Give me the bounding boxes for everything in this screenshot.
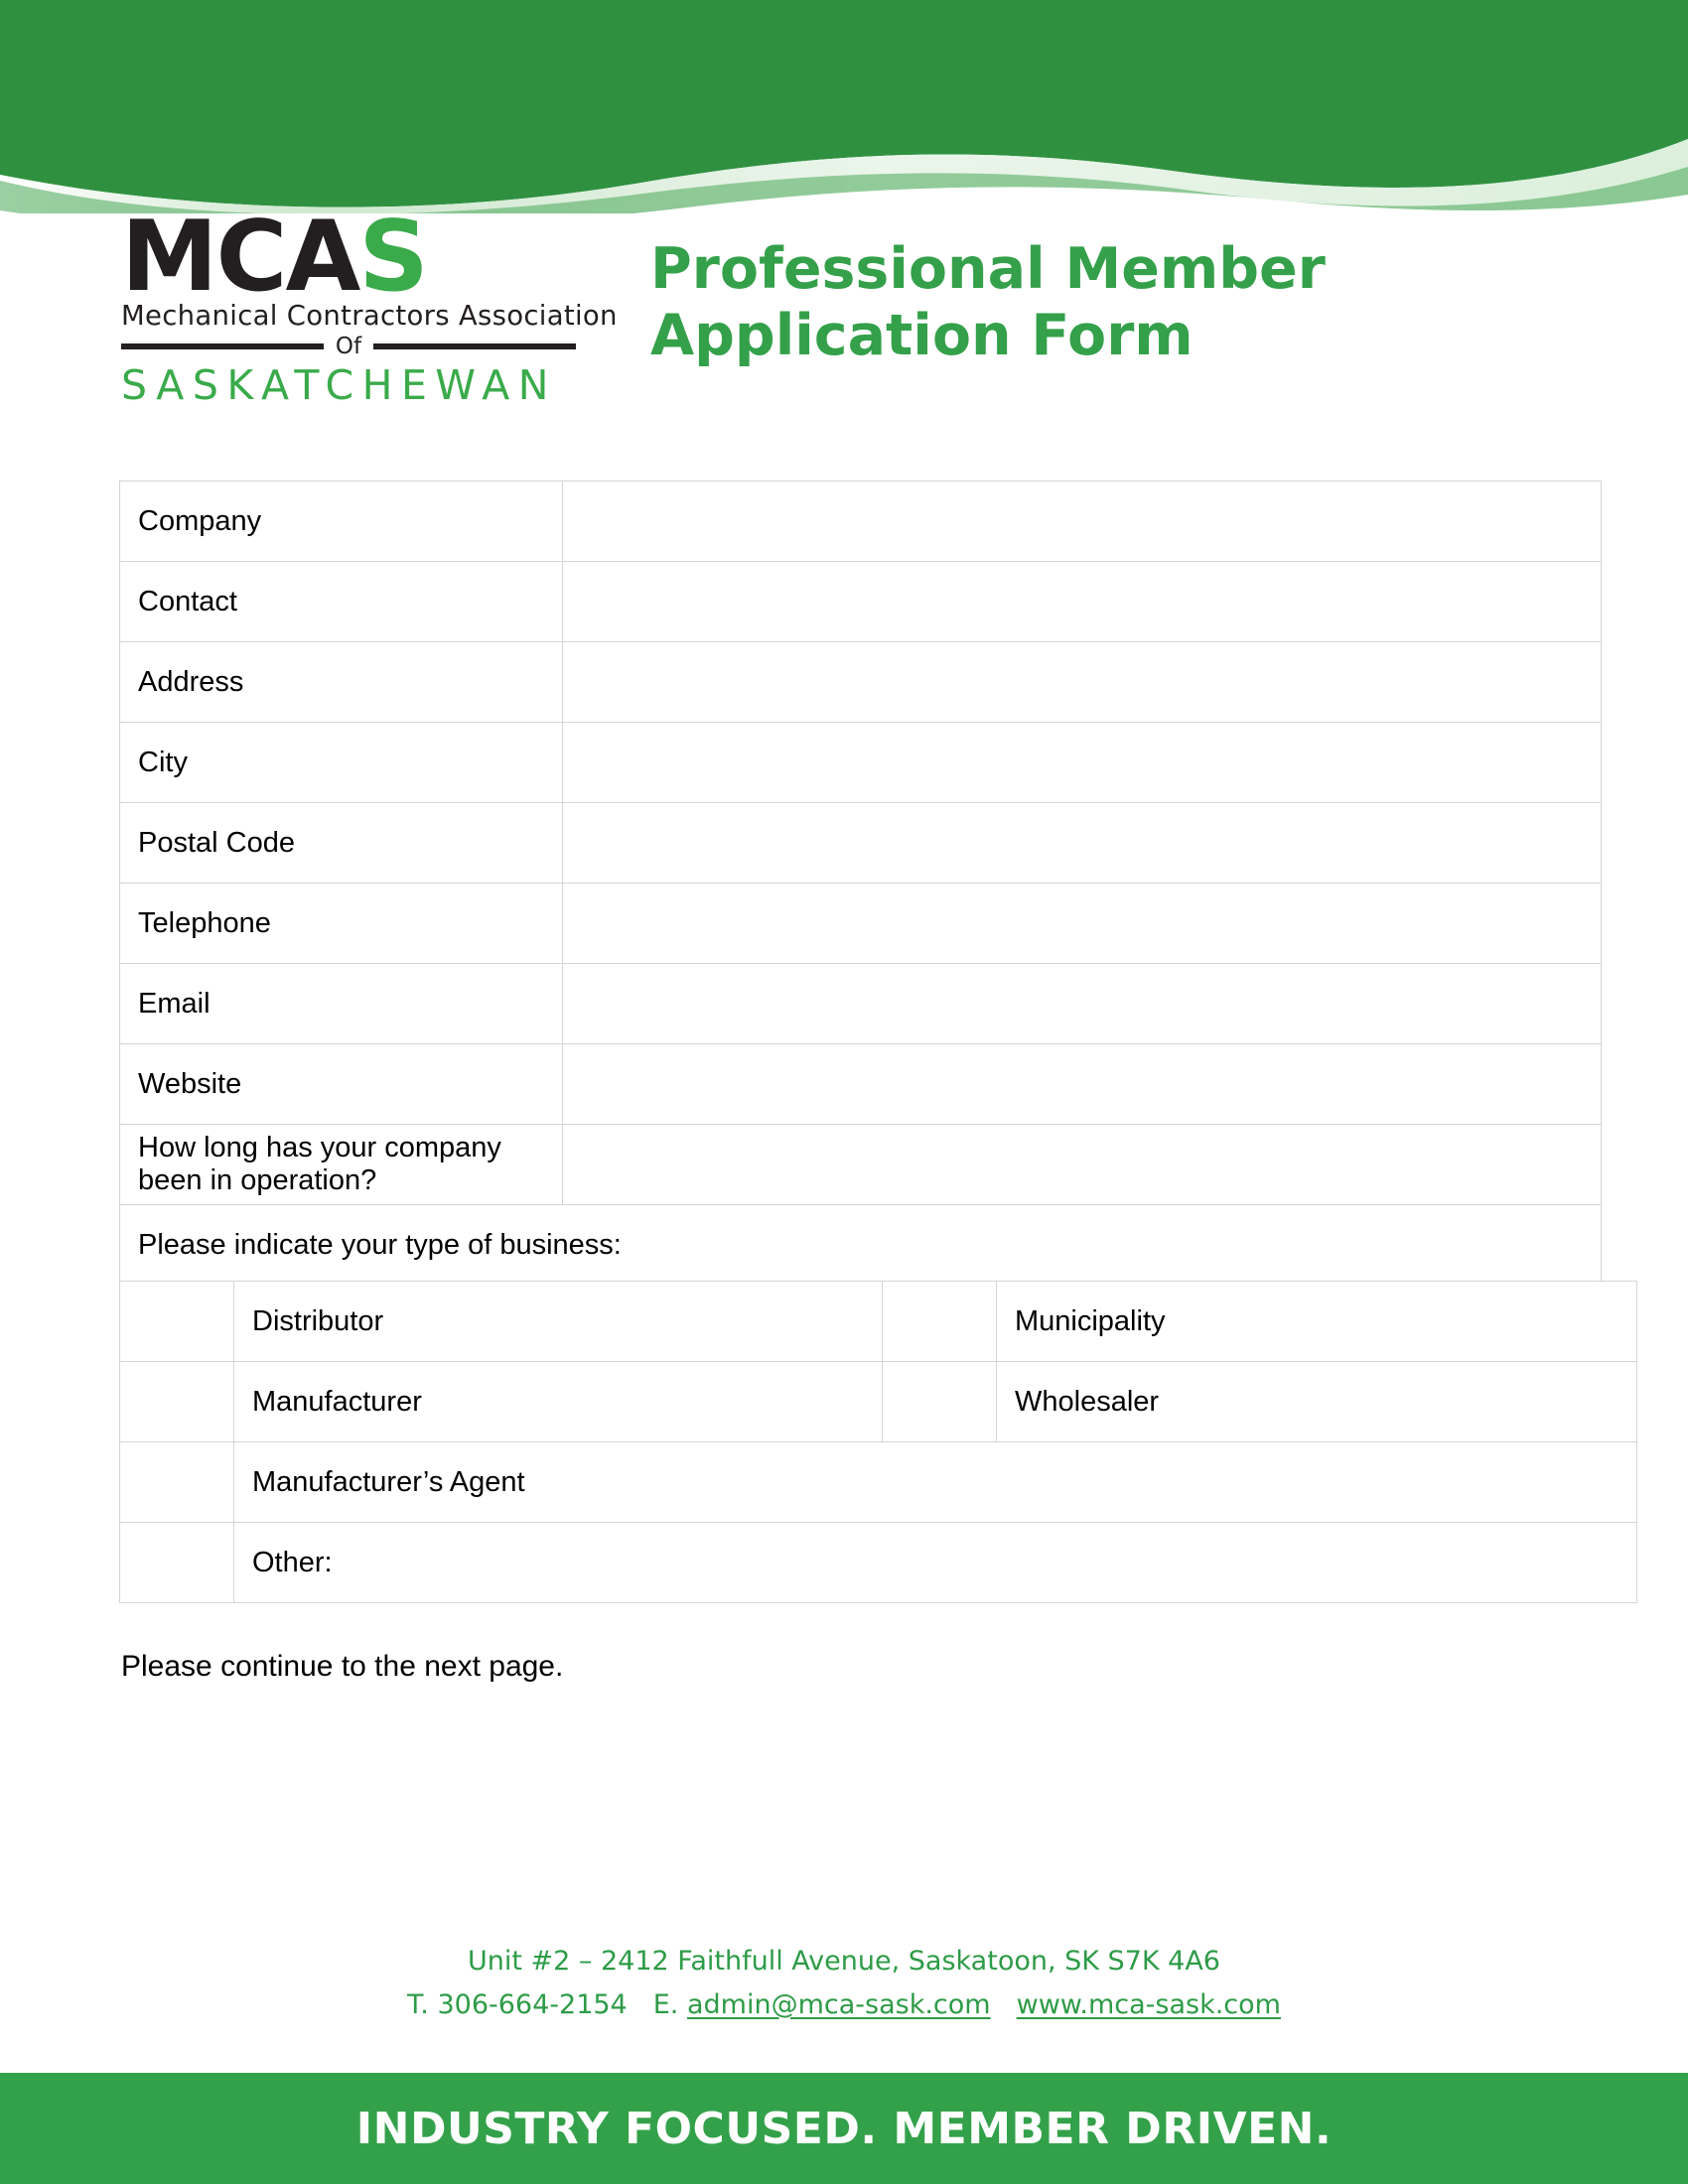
table-row: Manufacturer Wholesaler bbox=[119, 1361, 1637, 1442]
logo-acronym-green: S bbox=[358, 201, 429, 314]
footer-phone: T. 306-664-2154 bbox=[407, 1988, 628, 2020]
checkbox-other[interactable] bbox=[119, 1522, 234, 1603]
table-row-operation: How long has your company been in operat… bbox=[119, 1124, 1602, 1205]
field-input-contact[interactable] bbox=[562, 561, 1602, 642]
checkbox-distributor[interactable] bbox=[119, 1281, 234, 1362]
logo-rule-right bbox=[373, 343, 577, 350]
table-row: Contact bbox=[119, 561, 1602, 642]
page-title-line1: Professional Member bbox=[650, 236, 1326, 302]
footer-contact-block: Unit #2 – 2412 Faithfull Avenue, Saskato… bbox=[0, 1941, 1688, 2026]
field-label-email: Email bbox=[119, 963, 563, 1044]
logo-rule-left bbox=[121, 343, 324, 350]
business-type-checkbox-grid: Distributor Municipality Manufacturer Wh… bbox=[119, 1281, 1637, 1603]
field-label-address: Address bbox=[119, 641, 563, 723]
checkbox-label-other[interactable]: Other: bbox=[233, 1522, 1637, 1603]
table-row: Other: bbox=[119, 1522, 1637, 1603]
checkbox-manufacturer[interactable] bbox=[119, 1361, 234, 1442]
field-input-website[interactable] bbox=[562, 1043, 1602, 1125]
checkbox-wholesaler[interactable] bbox=[882, 1361, 997, 1442]
table-row: Email bbox=[119, 963, 1602, 1044]
page-title: Professional Member Application Form bbox=[650, 236, 1465, 370]
page-title-line2: Application Form bbox=[650, 303, 1194, 369]
table-row: Postal Code bbox=[119, 802, 1602, 884]
field-label-website: Website bbox=[119, 1043, 563, 1125]
continue-note: Please continue to the next page. bbox=[121, 1650, 564, 1683]
business-type-prompt: Please indicate your type of business: bbox=[119, 1204, 1602, 1286]
checkbox-label-manufacturer: Manufacturer bbox=[233, 1361, 883, 1442]
checkbox-manufacturers-agent[interactable] bbox=[119, 1441, 234, 1523]
field-input-email[interactable] bbox=[562, 963, 1602, 1044]
logo-subtitle: Mechanical Contractors Association bbox=[121, 300, 618, 333]
logo-of-row: Of bbox=[121, 334, 577, 360]
field-label-company: Company bbox=[119, 480, 563, 562]
field-label-telephone: Telephone bbox=[119, 883, 563, 964]
checkbox-label-manufacturers-agent: Manufacturer’s Agent bbox=[233, 1441, 1637, 1523]
mcas-logo: MCAS Mechanical Contractors Association … bbox=[121, 208, 618, 410]
table-row: Address bbox=[119, 641, 1602, 723]
field-input-telephone[interactable] bbox=[562, 883, 1602, 964]
table-row: Company bbox=[119, 480, 1602, 562]
footer-website-link[interactable]: www.mca-sask.com bbox=[1017, 1989, 1281, 2020]
table-row: Manufacturer’s Agent bbox=[119, 1441, 1637, 1523]
field-label-contact: Contact bbox=[119, 561, 563, 642]
footer-email-link[interactable]: admin@mca-sask.com bbox=[687, 1989, 991, 2020]
field-input-operation-length[interactable] bbox=[562, 1124, 1602, 1205]
table-row: Distributor Municipality bbox=[119, 1281, 1637, 1362]
logo-acronym: MCAS bbox=[121, 208, 580, 306]
table-row-business-prompt: Please indicate your type of business: bbox=[119, 1204, 1602, 1286]
table-row: Telephone bbox=[119, 883, 1602, 964]
field-input-company[interactable] bbox=[562, 480, 1602, 562]
checkbox-label-municipality: Municipality bbox=[996, 1281, 1637, 1362]
logo-province: SASKATCHEWAN bbox=[121, 361, 557, 410]
footer-contact-line: T. 306-664-2154 E. admin@mca-sask.com www.… bbox=[0, 1984, 1688, 2026]
logo-of-text: Of bbox=[335, 334, 362, 360]
table-row: City bbox=[119, 722, 1602, 803]
field-label-postal-code: Postal Code bbox=[119, 802, 563, 884]
checkbox-label-distributor: Distributor bbox=[233, 1281, 883, 1362]
application-form-table: Company Contact Address City Postal Code… bbox=[119, 480, 1602, 1286]
logo-acronym-black: MCA bbox=[121, 201, 360, 314]
checkbox-label-wholesaler: Wholesaler bbox=[996, 1361, 1637, 1442]
footer-tagline: INDUSTRY FOCUSED. MEMBER DRIVEN. bbox=[355, 2103, 1333, 2154]
header-wave-banner bbox=[0, 0, 1688, 213]
table-row: Website bbox=[119, 1043, 1602, 1125]
footer-email-prefix: E. bbox=[652, 1988, 679, 2020]
checkbox-municipality[interactable] bbox=[882, 1281, 997, 1362]
footer-tagline-bar: INDUSTRY FOCUSED. MEMBER DRIVEN. bbox=[0, 2073, 1688, 2184]
field-label-operation-length: How long has your company been in operat… bbox=[119, 1124, 563, 1205]
field-label-city: City bbox=[119, 722, 563, 803]
footer-address: Unit #2 – 2412 Faithfull Avenue, Saskato… bbox=[467, 1946, 1220, 1977]
field-input-address[interactable] bbox=[562, 641, 1602, 723]
field-input-city[interactable] bbox=[562, 722, 1602, 803]
field-input-postal-code[interactable] bbox=[562, 802, 1602, 884]
